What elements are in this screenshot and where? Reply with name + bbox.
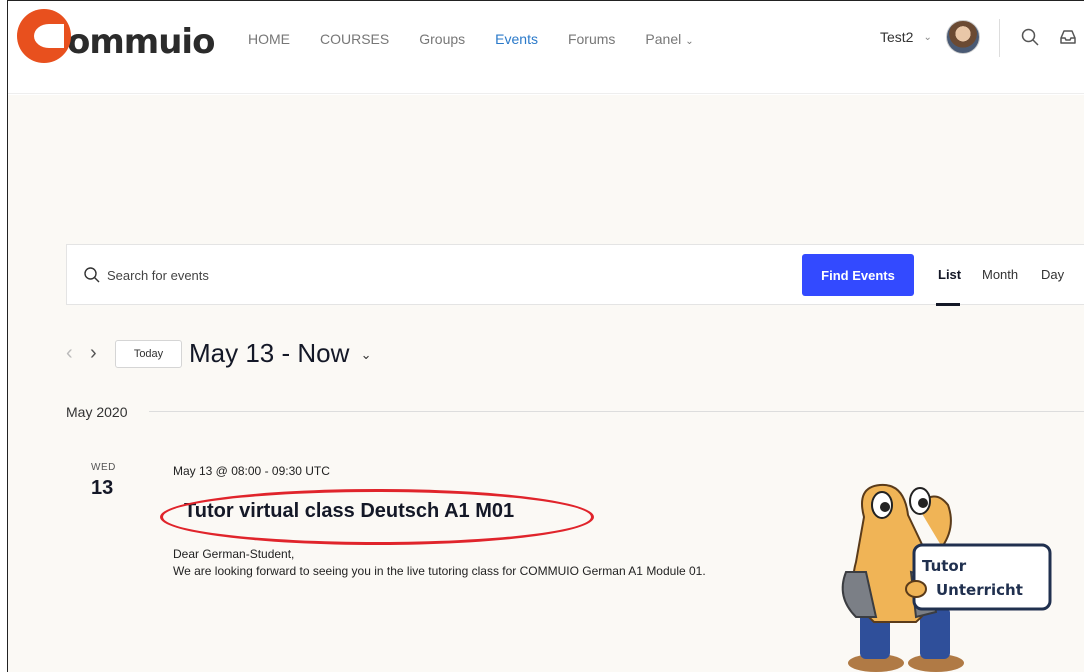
date-range-label: May 13 - Now [189,338,350,368]
user-menu[interactable]: Test2 ⌄ [880,29,932,45]
search-input[interactable] [107,263,707,287]
logo-text: ommuio [67,22,215,62]
view-list-tab[interactable]: List [938,267,961,282]
find-events-button[interactable]: Find Events [802,254,914,296]
month-separator: May 2020 [66,404,128,420]
nav-groups[interactable]: Groups [419,31,465,47]
view-day-tab[interactable]: Day [1041,267,1064,282]
nav-panel-label: Panel [645,31,682,47]
event-description: Dear German-Student, We are looking forw… [173,546,733,580]
avatar[interactable] [946,20,980,54]
site-header: ommuio HOME COURSES Groups Events Forums… [8,1,1084,94]
events-search-bar: Find Events List Month Day [66,244,1084,306]
date-range-picker[interactable]: May 13 - Now ⌄ [189,338,372,369]
chevron-right-icon[interactable]: › [90,342,97,365]
search-icon[interactable] [1020,27,1040,47]
chevron-down-icon: ⌄ [685,36,694,47]
header-divider [999,19,1000,57]
month-divider [149,411,1084,412]
chevron-down-icon: ⌄ [923,31,932,43]
event-day: 13 [91,477,114,499]
event-time: May 13 @ 08:00 - 09:30 UTC [173,464,330,478]
nav-panel[interactable]: Panel ⌄ [645,31,693,47]
search-icon [83,266,101,284]
sign-line-2: Unterricht [936,581,1023,599]
nav-forums[interactable]: Forums [568,31,615,47]
event-featured-image[interactable]: Tutor Unterricht [816,477,1056,672]
browser-page: ommuio HOME COURSES Groups Events Forums… [7,0,1084,672]
event-description-line: We are looking forward to seeing you in … [173,564,706,578]
site-logo[interactable]: ommuio [17,9,215,63]
nav-home[interactable]: HOME [248,31,290,47]
view-month-tab[interactable]: Month [982,267,1018,282]
logo-mark [17,9,71,63]
chevron-down-icon: ⌄ [360,347,372,363]
chevron-left-icon[interactable]: ‹ [66,342,73,365]
event-description-line: Dear German-Student, [173,547,295,561]
inbox-icon[interactable] [1058,27,1078,47]
user-name: Test2 [880,29,914,45]
event-title-link[interactable]: Tutor virtual class Deutsch A1 M01 [184,500,514,523]
sign-line-1: Tutor [922,557,967,575]
active-view-indicator [936,303,960,306]
nav-courses[interactable]: COURSES [320,31,389,47]
main-nav: HOME COURSES Groups Events Forums Panel ⌄ [248,31,724,47]
today-button[interactable]: Today [115,340,182,368]
nav-events[interactable]: Events [495,31,538,47]
event-weekday: WED [91,462,116,473]
